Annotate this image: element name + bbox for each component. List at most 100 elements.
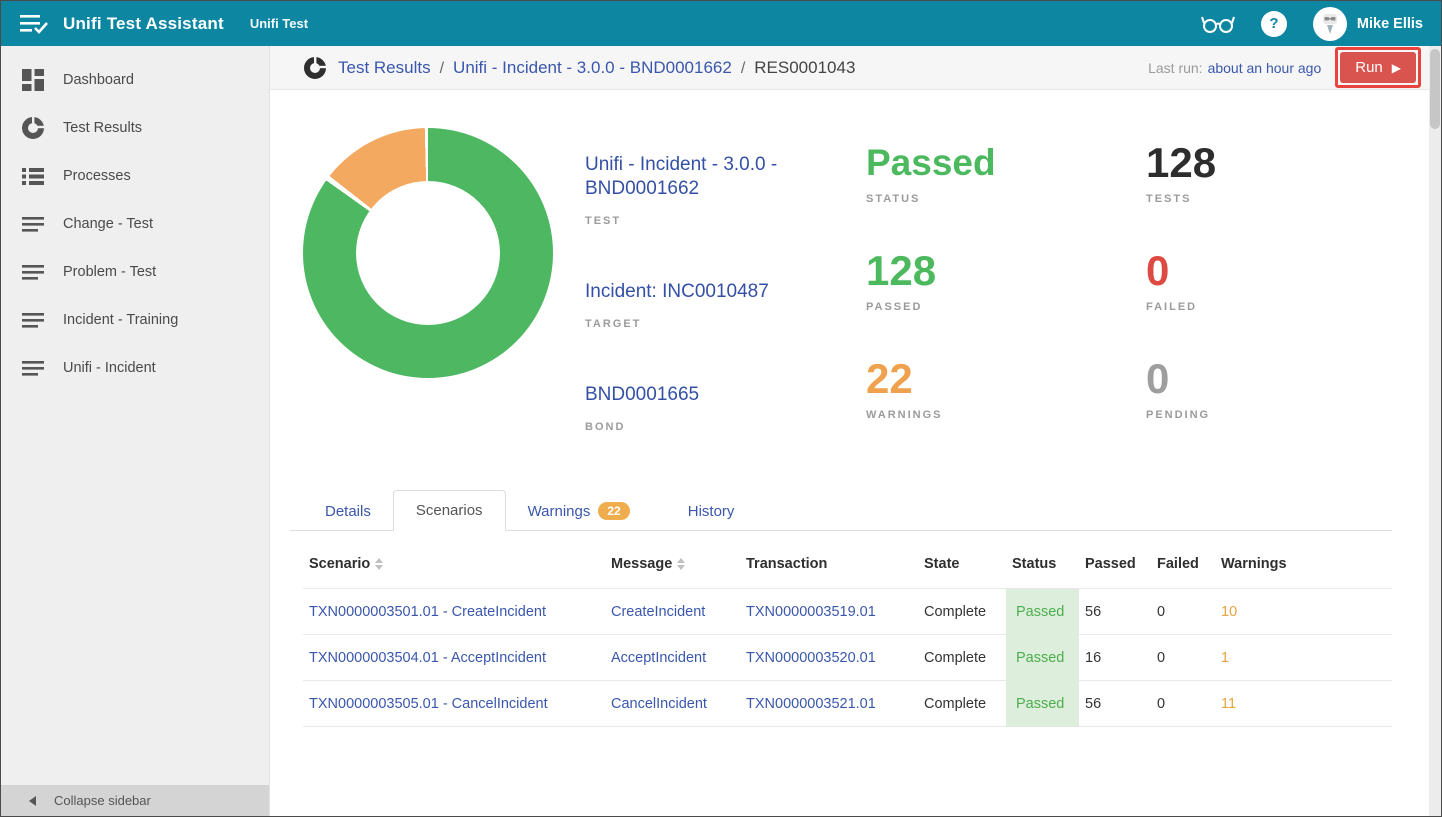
sidebar-item-change-test[interactable]: Change - Test — [1, 200, 269, 248]
collapse-sidebar-label: Collapse sidebar — [54, 793, 151, 808]
header-actions: ? Mike Ellis — [1201, 7, 1423, 41]
transaction-link[interactable]: TXN0000003519.01 — [746, 604, 876, 620]
breadcrumb-link-test[interactable]: Unifi - Incident - 3.0.0 - BND0001662 — [453, 58, 732, 77]
transaction-link[interactable]: TXN0000003521.01 — [746, 696, 876, 712]
message-link[interactable]: CancelIncident — [611, 696, 707, 712]
transaction-link[interactable]: TXN0000003520.01 — [746, 650, 876, 666]
stat-warnings-label: WARNINGS — [866, 409, 1146, 421]
stat-status-value: Passed — [866, 139, 1146, 187]
list-icon — [21, 164, 45, 188]
sidebar-item-dashboard[interactable]: Dashboard — [1, 56, 269, 104]
sidebar: Dashboard Test Results — [1, 46, 270, 816]
tab-warnings-label: Warnings — [528, 503, 591, 520]
stat-pending: 0 PENDING — [1146, 355, 1426, 463]
state-cell: Complete — [918, 589, 1006, 635]
breadcrumb: Test Results/Unifi - Incident - 3.0.0 - … — [338, 58, 855, 78]
play-icon: ▶ — [1392, 61, 1401, 75]
sidebar-item-label: Dashboard — [63, 72, 134, 88]
tab-history[interactable]: History — [666, 492, 757, 531]
stat-pending-label: PENDING — [1146, 409, 1426, 421]
result-donut-icon — [304, 57, 326, 79]
target-link[interactable]: Incident: INC0010487 — [585, 280, 820, 304]
sidebar-item-label: Test Results — [63, 120, 142, 136]
scenario-link[interactable]: TXN0000003501.01 - CreateIncident — [309, 604, 546, 620]
stat-failed-label: FAILED — [1146, 301, 1426, 313]
passed-cell: 56 — [1079, 589, 1151, 635]
scenarios-table: Scenario Message Transaction State Statu… — [303, 540, 1392, 727]
result-donut-chart — [303, 128, 553, 378]
tab-details[interactable]: Details — [303, 492, 393, 531]
run-button[interactable]: Run ▶ — [1340, 52, 1416, 83]
breadcrumb-current: RES0001043 — [754, 58, 855, 77]
warnings-cell: 11 — [1215, 681, 1392, 727]
collapse-arrow-icon — [29, 796, 36, 806]
tab-warnings[interactable]: Warnings 22 — [506, 491, 652, 531]
stat-tests-label: TESTS — [1146, 193, 1426, 205]
stat-warnings: 22 WARNINGS — [866, 355, 1146, 463]
tab-details-label: Details — [325, 503, 371, 520]
collapse-sidebar-button[interactable]: Collapse sidebar — [1, 785, 269, 816]
status-badge: Passed — [1006, 635, 1079, 681]
tab-scenarios[interactable]: Scenarios — [393, 490, 506, 531]
sidebar-item-unifi-incident[interactable]: Unifi - Incident — [1, 344, 269, 392]
breadcrumb-separator: / — [431, 60, 453, 77]
scrollbar-thumb[interactable] — [1430, 49, 1440, 129]
test-link[interactable]: Unifi - Incident - 3.0.0 - BND0001662 — [585, 153, 820, 201]
passed-cell: 16 — [1079, 635, 1151, 681]
bond-link[interactable]: BND0001665 — [585, 383, 820, 407]
dashboard-icon — [21, 68, 45, 92]
sidebar-item-processes[interactable]: Processes — [1, 152, 269, 200]
lines-icon — [21, 260, 45, 284]
table-row: TXN0000003505.01 - CancelIncident Cancel… — [303, 681, 1392, 727]
sidebar-item-problem-test[interactable]: Problem - Test — [1, 248, 269, 296]
test-label: TEST — [585, 215, 820, 227]
table-row: TXN0000003504.01 - AcceptIncident Accept… — [303, 635, 1392, 681]
glasses-icon[interactable] — [1201, 13, 1235, 35]
scenario-link[interactable]: TXN0000003504.01 - AcceptIncident — [309, 650, 546, 666]
vertical-scrollbar[interactable] — [1429, 46, 1441, 816]
column-header-status: Status — [1006, 540, 1079, 589]
message-link[interactable]: AcceptIncident — [611, 650, 706, 666]
lines-icon — [21, 308, 45, 332]
user-name: Mike Ellis — [1357, 16, 1423, 32]
message-link[interactable]: CreateIncident — [611, 604, 705, 620]
sidebar-item-incident-training[interactable]: Incident - Training — [1, 296, 269, 344]
column-header-warnings: Warnings — [1215, 540, 1392, 589]
column-header-transaction: Transaction — [740, 540, 918, 589]
top-header: Unifi Test Assistant Unifi Test ? — [1, 1, 1441, 46]
target-label: TARGET — [585, 318, 820, 330]
stat-warnings-value: 22 — [866, 355, 1146, 403]
sidebar-item-test-results[interactable]: Test Results — [1, 104, 269, 152]
lines-icon — [21, 356, 45, 380]
help-icon[interactable]: ? — [1261, 11, 1287, 37]
stat-failed: 0 FAILED — [1146, 247, 1426, 355]
sidebar-item-label: Problem - Test — [63, 264, 156, 280]
donut-chart-icon — [21, 116, 45, 140]
target-info: Incident: INC0010487 TARGET — [585, 280, 820, 330]
warnings-cell: 10 — [1215, 589, 1392, 635]
scenario-link[interactable]: TXN0000003505.01 - CancelIncident — [309, 696, 548, 712]
result-summary-info: Unifi - Incident - 3.0.0 - BND0001662 TE… — [585, 153, 820, 486]
state-cell: Complete — [918, 681, 1006, 727]
menu-toggle-icon[interactable] — [19, 12, 49, 36]
breadcrumb-bar: Test Results/Unifi - Incident - 3.0.0 - … — [270, 46, 1441, 90]
stat-failed-value: 0 — [1146, 247, 1426, 295]
avatar — [1313, 7, 1347, 41]
bond-info: BND0001665 BOND — [585, 383, 820, 433]
stat-tests-value: 128 — [1146, 139, 1426, 187]
breadcrumb-link-test-results[interactable]: Test Results — [338, 58, 431, 77]
failed-cell: 0 — [1151, 681, 1215, 727]
tab-strip: Details Scenarios Warnings 22 History — [290, 489, 1392, 531]
warnings-count-badge: 22 — [598, 502, 629, 520]
last-run-label: Last run: — [1148, 60, 1202, 76]
last-run-link[interactable]: about an hour ago — [1208, 60, 1322, 76]
app-window: Unifi Test Assistant Unifi Test ? — [0, 0, 1442, 817]
app-title: Unifi Test Assistant — [63, 14, 224, 34]
stat-tests: 128 TESTS — [1146, 139, 1426, 247]
user-menu[interactable]: Mike Ellis — [1313, 7, 1423, 41]
sort-icon[interactable] — [375, 558, 383, 570]
column-header-failed: Failed — [1151, 540, 1215, 589]
stat-pending-value: 0 — [1146, 355, 1426, 403]
column-header-scenario: Scenario — [303, 540, 605, 589]
sort-icon[interactable] — [677, 558, 685, 570]
